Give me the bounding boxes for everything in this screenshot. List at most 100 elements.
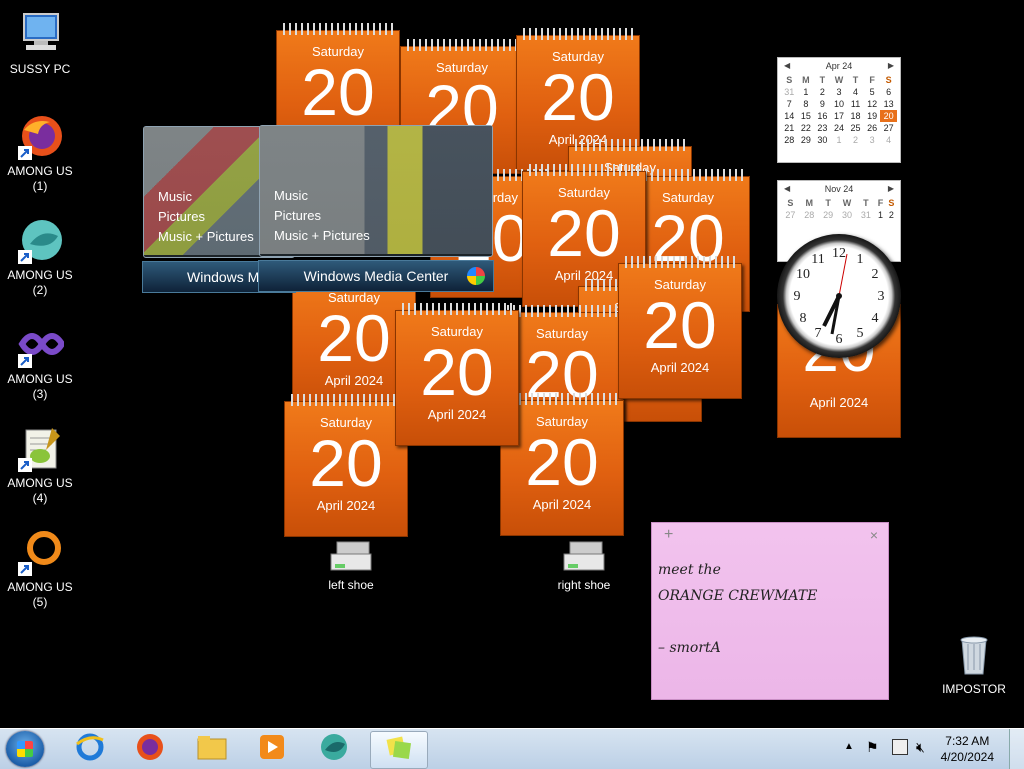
usb-drive-icon [549,536,619,578]
media-menu-music[interactable]: Music [158,187,254,207]
desktop-icon-sussy-pc[interactable]: SUSSY PC [0,10,80,77]
taskbar-firefox[interactable] [122,731,178,767]
shortcut-arrow-icon [18,146,32,160]
media-center-title: Windows Media Center [303,268,449,284]
desktop-icon-among-us-2[interactable]: AMONG US (2) [0,216,80,298]
drive-icon-right-shoe[interactable]: right shoe [549,536,619,592]
desktop-icon-label: AMONG US (2) [7,268,73,297]
calendar-date: 20 [309,426,383,500]
taskbar-clock[interactable]: 7:32 AM 4/20/2024 [941,733,994,765]
calendar-rings [507,393,617,405]
calendar-month-year: April 2024 [316,498,376,513]
desktop-icon-label: AMONG US (3) [7,372,73,401]
shortcut-arrow-icon [18,562,32,576]
close-note-button[interactable]: × [870,527,878,543]
calendar-date: 20 [541,60,615,134]
desktop-icon-among-us-1[interactable]: AMONG US (1) [0,112,80,194]
calendar-date: 20 [420,335,494,409]
computer-icon [16,10,64,58]
sticky-note[interactable]: + × meet the ORANGE CREWMATE – smortA [651,522,889,700]
taskbar-time: 7:32 AM [945,734,990,748]
month-title: Nov 24 [824,184,854,194]
sticky-notes-icon [384,734,414,767]
clock-number: 5 [857,326,864,341]
month-grid: SMTWTFS 31 1 2 3 4 5 6 7 8 9 10 11 12 13 14 15 16 17 18 1… [781,74,897,146]
calendar-rings [291,394,401,406]
firefox-icon [135,732,165,767]
action-center-flag-icon[interactable]: ⚑ [866,739,879,756]
calendar-rings [575,139,685,151]
calendar-rings [407,39,517,51]
system-tray: ▲ ⚑ 🔇︎ [844,739,944,759]
media-menu-music[interactable]: Music [274,186,370,206]
calendar-rings [625,256,735,268]
next-month-arrow-icon[interactable]: ▶ [888,58,894,74]
clock-number: 8 [800,311,807,326]
notepad-plus-icon [16,424,64,472]
calendar-gadget[interactable]: Saturday20April 2024 [395,303,519,446]
sticky-note-bar: + × [652,523,888,549]
taskbar-file-explorer[interactable] [184,731,240,767]
month-calendar-header: ◀ Apr 24 ▶ [778,58,900,74]
calendar-month-year: April 2024 [650,360,710,375]
month-calendar-header: ◀ Nov 24 ▶ [778,181,900,197]
show-hidden-icons-icon[interactable]: ▲ [844,741,854,752]
clock-number: 12 [832,246,846,261]
media-player-icon [257,732,287,767]
calendar-rings [529,164,639,176]
network-icon[interactable] [892,739,908,755]
clock-face: 12 1 2 3 4 5 6 7 8 9 10 11 [794,246,885,347]
drive-icon-left-shoe[interactable]: left shoe [316,536,386,592]
calendar-rings [507,305,617,317]
clock-number: 1 [857,252,864,267]
previous-month-arrow-icon[interactable]: ◀ [784,181,790,197]
shortcut-arrow-icon [18,250,32,264]
desktop-icon-among-us-5[interactable]: AMONG US (5) [0,528,80,610]
taskbar-internet-explorer[interactable] [62,731,118,767]
month-grid: SMTWTFS 27 28 29 30 31 1 2 [785,198,895,220]
media-menu-music-pictures[interactable]: Music + Pictures [274,226,370,246]
media-menu: Music Pictures Music + Pictures [158,187,254,247]
calendar-rings [402,303,512,315]
previous-month-arrow-icon[interactable]: ◀ [784,58,790,74]
clock-number: 3 [878,289,885,304]
desktop-icon-among-us-4[interactable]: AMONG US (4) [0,424,80,506]
calendar-rings [523,28,633,40]
taskbar-among-us[interactable] [306,731,362,767]
taskbar-sticky-notes[interactable] [370,731,428,769]
next-month-arrow-icon[interactable]: ▶ [888,181,894,197]
shortcut-arrow-icon [18,354,32,368]
volume-muted-icon[interactable]: 🔇︎ [916,739,925,756]
taskbar-media-player[interactable] [244,731,300,767]
drive-label: left shoe [328,578,374,592]
clock-number: 6 [836,332,843,347]
desktop-icon-label: AMONG US (4) [7,476,73,505]
calendar-gadget[interactable]: Saturday20April 2024 [618,256,742,399]
calendar-gadget[interactable]: Saturday20April 2024 [284,394,408,537]
add-note-button[interactable]: + [664,526,673,544]
clock-number: 10 [796,267,810,282]
media-menu: Music Pictures Music + Pictures [274,186,370,246]
calendar-rings [633,169,743,181]
folder-icon [196,733,228,766]
clock-number: 7 [815,326,822,341]
month-calendar-april[interactable]: ◀ Apr 24 ▶ SMTWTFS 31 1 2 3 4 5 6 7 8 9 10 11 12 13 … [777,57,901,163]
media-center-gadget[interactable]: Music Pictures Music + Pictures Windows … [258,125,494,292]
calendar-date: 20 [301,55,375,129]
show-desktop-button[interactable] [1009,729,1024,769]
media-menu-pictures[interactable]: Pictures [158,207,254,227]
calendar-rings [283,23,393,35]
desktop-icon-among-us-3[interactable]: AMONG US (3) [0,320,80,402]
clock-number: 9 [794,289,801,304]
media-center-title-bar: Windows Media Center [258,260,494,292]
analog-clock-gadget[interactable]: 12 1 2 3 4 5 6 7 8 9 10 11 [777,234,901,358]
media-menu-pictures[interactable]: Pictures [274,206,370,226]
desktop-icon-label: AMONG US (1) [7,164,73,193]
calendar-month-year: April 2024 [532,497,592,512]
start-button[interactable] [6,731,44,767]
desktop-icon-impostor[interactable]: IMPOSTOR [934,630,1014,697]
sticky-note-text[interactable]: meet the ORANGE CREWMATE – smortA [652,549,888,661]
drive-label: right shoe [557,578,611,592]
media-menu-music-pictures[interactable]: Music + Pictures [158,227,254,247]
today-cell: 20 [880,110,897,122]
